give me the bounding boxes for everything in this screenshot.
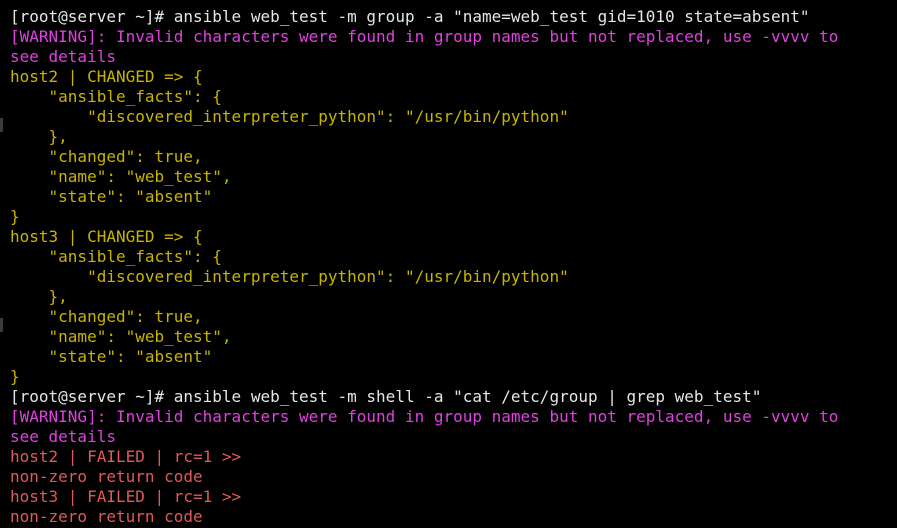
output-line: }, — [10, 127, 68, 146]
output-line: "discovered_interpreter_python": "/usr/b… — [10, 267, 569, 286]
output-line: "ansible_facts": { — [10, 87, 222, 106]
output-line: }, — [10, 287, 68, 306]
output-line: "discovered_interpreter_python": "/usr/b… — [10, 107, 569, 126]
output-line: host2 | CHANGED => { — [10, 67, 203, 86]
warning-line: [WARNING]: Invalid characters were found… — [10, 27, 839, 46]
error-line: non-zero return code — [10, 467, 203, 486]
error-line: host3 | FAILED | rc=1 >> — [10, 487, 242, 506]
output-line: "changed": true, — [10, 147, 203, 166]
terminal-window[interactable]: [root@server ~]# ansible web_test -m gro… — [0, 0, 897, 528]
error-line: host2 | FAILED | rc=1 >> — [10, 447, 242, 466]
warning-line: see details — [10, 427, 116, 446]
error-line: non-zero return code — [10, 507, 203, 526]
command-prompt-line: [root@server ~]# ansible web_test -m gro… — [10, 7, 810, 26]
command-prompt-line: [root@server ~]# ansible web_test -m she… — [10, 387, 762, 406]
output-line: "name": "web_test", — [10, 167, 232, 186]
output-line: "changed": true, — [10, 307, 203, 326]
output-line: host3 | CHANGED => { — [10, 227, 203, 246]
left-edge-marker — [0, 118, 3, 132]
output-line: "state": "absent" — [10, 187, 213, 206]
output-line: "name": "web_test", — [10, 327, 232, 346]
warning-line: see details — [10, 47, 116, 66]
output-line: } — [10, 207, 20, 226]
output-line: "ansible_facts": { — [10, 247, 222, 266]
output-line: "state": "absent" — [10, 347, 213, 366]
warning-line: [WARNING]: Invalid characters were found… — [10, 407, 839, 426]
left-edge-marker — [0, 318, 3, 332]
output-line: } — [10, 367, 20, 386]
